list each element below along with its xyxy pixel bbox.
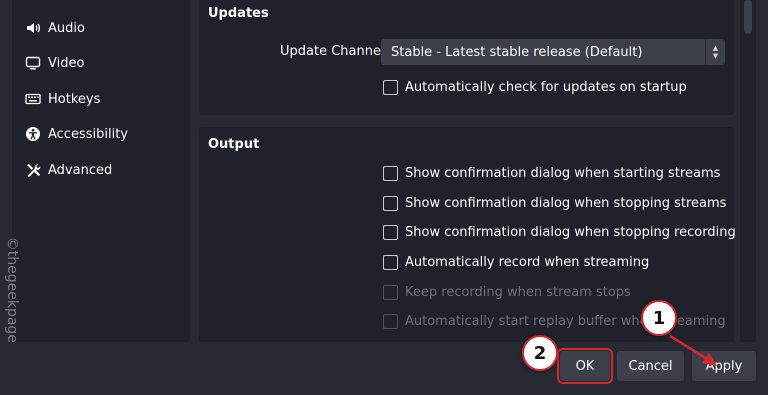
checkbox-label: Automatically record when streaming [405, 254, 650, 270]
auto-record-streaming-checkbox[interactable]: Automatically record when streaming [383, 252, 649, 272]
step-marker-1: 1 [641, 300, 677, 336]
update-channel-label: Update Channel [280, 44, 385, 59]
tools-icon [24, 161, 42, 179]
checkbox-label: Show confirmation dialog when stopping s… [405, 195, 727, 211]
checkbox-box [383, 254, 398, 270]
monitor-icon [24, 54, 42, 72]
checkbox-box [383, 224, 398, 240]
checkbox-label: Show confirmation dialog when stopping r… [405, 224, 736, 240]
confirm-start-streams-checkbox[interactable]: Show confirmation dialog when starting s… [383, 163, 720, 183]
confirm-stop-streams-checkbox[interactable]: Show confirmation dialog when stopping s… [383, 193, 726, 213]
ok-button[interactable]: OK [557, 348, 613, 384]
update-channel-value: Stable - Latest stable release (Default) [391, 44, 643, 60]
scrollbar-thumb[interactable] [744, 0, 752, 34]
sidebar-item-advanced[interactable]: Advanced [24, 159, 112, 181]
output-title: Output [208, 137, 260, 152]
confirm-stop-recording-checkbox[interactable]: Show confirmation dialog when stopping r… [383, 222, 736, 242]
sidebar-item-label: Advanced [48, 162, 113, 178]
sidebar-item-audio[interactable]: Audio [24, 17, 85, 39]
sidebar-item-label: Video [48, 55, 85, 71]
sidebar-item-label: Accessibility [48, 126, 128, 142]
checkbox-box [383, 165, 398, 181]
select-arrows-icon: ▲ ▼ [705, 39, 725, 65]
keyboard-icon [24, 90, 42, 108]
checkbox-label: Keep recording when stream stops [405, 284, 631, 300]
sidebar-item-video[interactable]: Video [24, 52, 84, 74]
sidebar-item-hotkeys[interactable]: Hotkeys [24, 88, 100, 110]
step-marker-2: 2 [522, 335, 558, 371]
checkbox-box [383, 79, 398, 95]
cancel-button[interactable]: Cancel [617, 351, 684, 381]
update-channel-select[interactable]: Stable - Latest stable release (Default)… [381, 39, 725, 65]
updates-title: Updates [208, 6, 269, 21]
checkbox-box [383, 195, 398, 211]
checkbox-box [383, 313, 398, 329]
checkbox-label: Automatically check for updates on start… [405, 79, 687, 95]
scrollbar-track[interactable] [740, 0, 756, 342]
speaker-icon [24, 19, 42, 37]
checkbox-box [383, 284, 398, 300]
sidebar-item-label: Hotkeys [48, 91, 101, 107]
apply-button[interactable]: Apply [692, 351, 756, 381]
checkbox-label: Show confirmation dialog when starting s… [405, 165, 721, 181]
sidebar-item-accessibility[interactable]: Accessibility [24, 123, 128, 145]
accessibility-icon [24, 125, 42, 143]
sidebar-item-label: Audio [48, 20, 85, 36]
keep-recording-checkbox: Keep recording when stream stops [383, 282, 631, 302]
checkbox-label: Automatically start replay buffer when s… [405, 313, 726, 329]
settings-sidebar: Audio Video Hotkeys Accessibility Advanc… [12, 0, 190, 342]
auto-check-updates-checkbox[interactable]: Automatically check for updates on start… [383, 77, 687, 97]
